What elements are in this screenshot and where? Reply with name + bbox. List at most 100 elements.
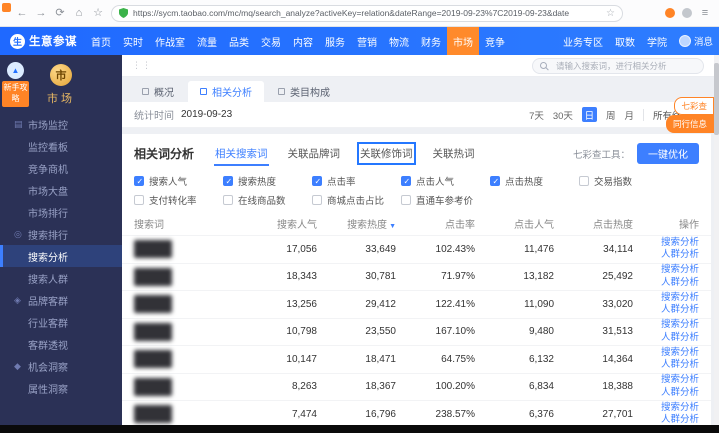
metric-checkbox[interactable]: 直通车参考价 xyxy=(401,193,490,207)
sidebar-item[interactable]: ▤ 市场监控 xyxy=(0,113,122,135)
search-input[interactable] xyxy=(554,60,696,72)
search-analysis-link[interactable]: 搜索分析 xyxy=(633,264,699,276)
nav-item[interactable]: 作战室 xyxy=(149,27,191,55)
metric-checkbox[interactable]: 商城点击占比 xyxy=(312,193,401,207)
drag-handle-icon[interactable]: ⋮⋮ xyxy=(132,60,152,71)
crowd-analysis-link[interactable]: 人群分析 xyxy=(633,332,699,344)
col-header-search-word[interactable]: 搜索词 xyxy=(134,216,238,231)
col-header-click-heat[interactable]: 点击热度 xyxy=(554,216,633,231)
crowd-analysis-link[interactable]: 人群分析 xyxy=(633,304,699,316)
col-header-click-popularity[interactable]: 点击人气 xyxy=(475,216,554,231)
crowd-analysis-link[interactable]: 人群分析 xyxy=(633,249,699,261)
nav-item[interactable]: 营销 xyxy=(351,27,383,55)
bookmark-icon[interactable]: ☆ xyxy=(92,8,104,19)
crowd-analysis-link[interactable]: 人群分析 xyxy=(633,359,699,371)
page-tab[interactable]: 相关分析 xyxy=(188,81,264,102)
date-picker[interactable]: 2019-09-23 xyxy=(181,109,232,120)
metric-checkbox[interactable]: 点击率 xyxy=(312,174,401,188)
nav-item[interactable]: 流量 xyxy=(191,27,223,55)
nav-item[interactable]: 内容 xyxy=(287,27,319,55)
nav-item[interactable]: 实时 xyxy=(117,27,149,55)
newbie-guide-badge[interactable]: 新手攻略 xyxy=(2,81,29,107)
range-button[interactable]: 月 xyxy=(624,108,634,122)
search-analysis-link[interactable]: 搜索分析 xyxy=(633,319,699,331)
sidebar-item[interactable]: 属性洞察 xyxy=(0,377,122,399)
search-analysis-link[interactable]: 搜索分析 xyxy=(633,292,699,304)
sidebar-item[interactable]: 市场排行 xyxy=(0,201,122,223)
nav-item[interactable]: 交易 xyxy=(255,27,287,55)
col-header-search-popularity[interactable]: 搜索人气 xyxy=(238,216,317,231)
qicaicha-floating-button[interactable]: 七彩查 xyxy=(674,97,714,115)
refresh-icon[interactable]: ⟳ xyxy=(54,8,66,19)
keyword-search-box[interactable] xyxy=(532,58,704,74)
back-icon[interactable]: ← xyxy=(16,8,28,19)
metric-checkbox[interactable]: 在线商品数 xyxy=(223,193,312,207)
nav-item[interactable]: 业务专区 xyxy=(557,27,609,55)
cell-search-popularity: 7,474 xyxy=(238,409,317,420)
metric-checkbox[interactable]: 搜索热度 xyxy=(223,174,312,188)
metric-checkbox[interactable]: 支付转化率 xyxy=(134,193,223,207)
brand[interactable]: 生 生意参谋 xyxy=(10,33,77,49)
page-tab[interactable]: 概况 xyxy=(130,81,186,102)
nav-item[interactable]: 学院 xyxy=(641,27,673,55)
range-button[interactable]: 日 xyxy=(582,107,597,122)
metric-checkbox[interactable]: 点击人气 xyxy=(401,174,490,188)
nav-item[interactable]: 市场 xyxy=(447,27,479,55)
search-analysis-link[interactable]: 搜索分析 xyxy=(633,237,699,249)
nav-item[interactable]: 服务 xyxy=(319,27,351,55)
home-icon[interactable]: ⌂ xyxy=(73,8,85,19)
one-key-optimize-button[interactable]: 一键优化 xyxy=(637,143,699,164)
col-header-click-rate[interactable]: 点击率 xyxy=(396,216,475,231)
page-scrollbar[interactable] xyxy=(714,55,719,425)
forward-icon[interactable]: → xyxy=(35,8,47,19)
stats-band: 统计时间 2019-09-23 7天30天日周月 所有终端 ▾ xyxy=(122,102,711,128)
sidebar-item[interactable]: 客群透视 xyxy=(0,333,122,355)
subtab[interactable]: 关联热词 xyxy=(432,144,476,163)
subtab[interactable]: 关联修饰词 xyxy=(359,144,414,163)
address-bar[interactable]: https://sycm.taobao.com/mc/mq/search_ana… xyxy=(111,5,623,22)
notification-badge-icon[interactable] xyxy=(665,8,675,18)
sidebar-item[interactable]: 搜索人群 xyxy=(0,267,122,289)
sidebar-item[interactable]: ◎ 搜索排行 xyxy=(0,223,122,245)
sidebar-item[interactable]: ◈ 品牌客群 xyxy=(0,289,122,311)
sidebar-item[interactable]: 行业客群 xyxy=(0,311,122,333)
nav-item[interactable]: 品类 xyxy=(223,27,255,55)
sidebar-item[interactable]: 市场大盘 xyxy=(0,179,122,201)
sidebar-item[interactable]: 搜索分析 xyxy=(0,245,122,267)
subtab[interactable]: 关联品牌词 xyxy=(287,144,342,163)
col-header-search-heat[interactable]: 搜索热度▼ xyxy=(317,216,396,231)
sidebar-item-label: 品牌客群 xyxy=(28,293,68,308)
favorite-star-icon[interactable]: ☆ xyxy=(606,8,615,19)
metric-checkbox[interactable]: 点击热度 xyxy=(490,174,579,188)
nav-item[interactable]: 首页 xyxy=(85,27,117,55)
metric-checkbox[interactable]: 交易指数 xyxy=(579,174,668,188)
profile-icon[interactable] xyxy=(682,8,692,18)
divider xyxy=(643,109,644,121)
subtab[interactable]: 相关搜索词 xyxy=(214,144,269,163)
scrollbar-thumb[interactable] xyxy=(714,63,719,135)
sidebar-item[interactable]: 竞争商机 xyxy=(0,157,122,179)
peer-info-floating-button[interactable]: 同行信息 xyxy=(666,115,714,133)
range-button[interactable]: 7天 xyxy=(529,108,544,122)
search-analysis-link[interactable]: 搜索分析 xyxy=(633,402,699,414)
crowd-analysis-link[interactable]: 人群分析 xyxy=(633,277,699,289)
search-analysis-link[interactable]: 搜索分析 xyxy=(633,374,699,386)
range-button[interactable]: 30天 xyxy=(553,108,573,122)
sidebar-item[interactable]: ◆ 机会洞察 xyxy=(0,355,122,377)
sidebar-item-icon: ◆ xyxy=(14,361,28,372)
menu-icon[interactable]: ≡ xyxy=(699,8,711,19)
page-tab[interactable]: 类目构成 xyxy=(266,81,342,102)
nav-item[interactable]: 财务 xyxy=(415,27,447,55)
nav-item[interactable]: 取数 xyxy=(609,27,641,55)
user-chip[interactable]: 消息 xyxy=(679,34,713,48)
crowd-analysis-link[interactable]: 人群分析 xyxy=(633,414,699,425)
url-text[interactable]: https://sycm.taobao.com/mc/mq/search_ana… xyxy=(133,8,601,18)
range-button[interactable]: 周 xyxy=(606,108,616,122)
search-analysis-link[interactable]: 搜索分析 xyxy=(633,347,699,359)
nav-item[interactable]: 物流 xyxy=(383,27,415,55)
crowd-analysis-link[interactable]: 人群分析 xyxy=(633,387,699,399)
sort-desc-icon[interactable]: ▼ xyxy=(389,223,396,230)
metric-checkbox[interactable]: 搜索人气 xyxy=(134,174,223,188)
sidebar-item[interactable]: 监控看板 xyxy=(0,135,122,157)
nav-item[interactable]: 竞争 xyxy=(479,27,511,55)
